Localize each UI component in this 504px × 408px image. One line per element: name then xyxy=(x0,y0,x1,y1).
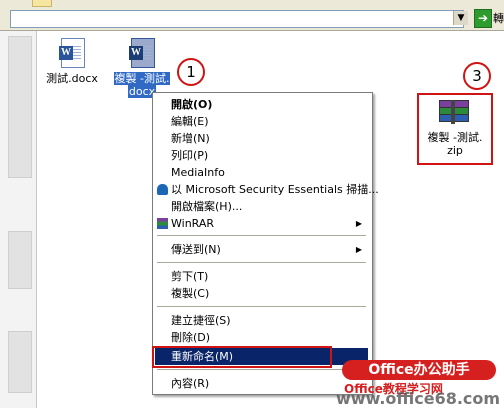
menu-separator xyxy=(157,262,366,264)
file-name-line1: 複製 -測試. xyxy=(113,72,171,85)
menu-separator xyxy=(157,369,366,371)
left-pane-panel xyxy=(8,231,32,289)
word-document-icon: W xyxy=(129,38,155,68)
watermark-badge: Office办公助手 xyxy=(342,360,496,380)
address-input[interactable] xyxy=(10,10,464,28)
file-name: 測試.docx xyxy=(46,72,98,85)
submenu-arrow-icon: ▶ xyxy=(355,245,362,254)
menu-item-delete[interactable]: 刪除(D) xyxy=(155,329,368,346)
menu-item-mediainfo[interactable]: MediaInfo xyxy=(155,164,368,181)
folder-tab-stub xyxy=(32,0,52,7)
file-item-copy-test-zip[interactable]: 複製 -測試. zip xyxy=(417,93,493,165)
menu-item-print[interactable]: 列印(P) xyxy=(155,147,368,164)
file-item-test-docx[interactable]: W 測試.docx xyxy=(44,38,100,85)
left-pane-panel xyxy=(8,36,32,178)
watermark-line3: www.office68.com xyxy=(336,389,501,408)
menu-item-mse-scan[interactable]: 以 Microsoft Security Essentials 掃描... xyxy=(155,181,379,198)
winrar-archive-icon xyxy=(439,100,469,124)
winrar-icon xyxy=(157,218,168,229)
menu-item-cut[interactable]: 剪下(T) xyxy=(155,268,368,285)
file-item-copy-test-docx[interactable]: W 複製 -測試. docx xyxy=(112,38,172,98)
menu-separator xyxy=(157,306,366,308)
menu-item-new[interactable]: 新增(N) xyxy=(155,130,368,147)
go-arrow-icon: ➔ xyxy=(477,11,489,25)
word-document-icon: W xyxy=(59,38,85,68)
menu-item-open[interactable]: 開啟(O) xyxy=(155,96,368,113)
callout-1: 1 xyxy=(177,58,205,86)
menu-item-open-file[interactable]: 開啟檔案(H)... xyxy=(155,198,368,215)
callout-3: 3 xyxy=(463,62,491,90)
menu-item-create-shortcut[interactable]: 建立捷徑(S) xyxy=(155,312,368,329)
menu-item-send-to[interactable]: 傳送到(N) ▶ xyxy=(155,241,368,258)
submenu-arrow-icon: ▶ xyxy=(355,219,362,228)
menu-item-winrar[interactable]: WinRAR ▶ xyxy=(155,215,368,232)
address-dropdown-button[interactable]: ▼ xyxy=(453,11,468,25)
mse-icon xyxy=(157,184,168,195)
file-name: 複製 -測試. zip xyxy=(427,131,483,157)
left-task-pane xyxy=(0,31,37,408)
watermark: Office办公助手 Office教程学习网 www.office68.com xyxy=(336,356,504,408)
rename-highlight-box xyxy=(152,346,332,368)
go-button[interactable]: ➔ xyxy=(474,9,492,28)
left-pane-panel xyxy=(8,331,32,393)
menu-separator xyxy=(157,235,366,237)
menu-item-edit[interactable]: 編輯(E) xyxy=(155,113,368,130)
go-label[interactable]: 轉 xyxy=(493,10,504,26)
menu-item-copy[interactable]: 複製(C) xyxy=(155,285,368,302)
